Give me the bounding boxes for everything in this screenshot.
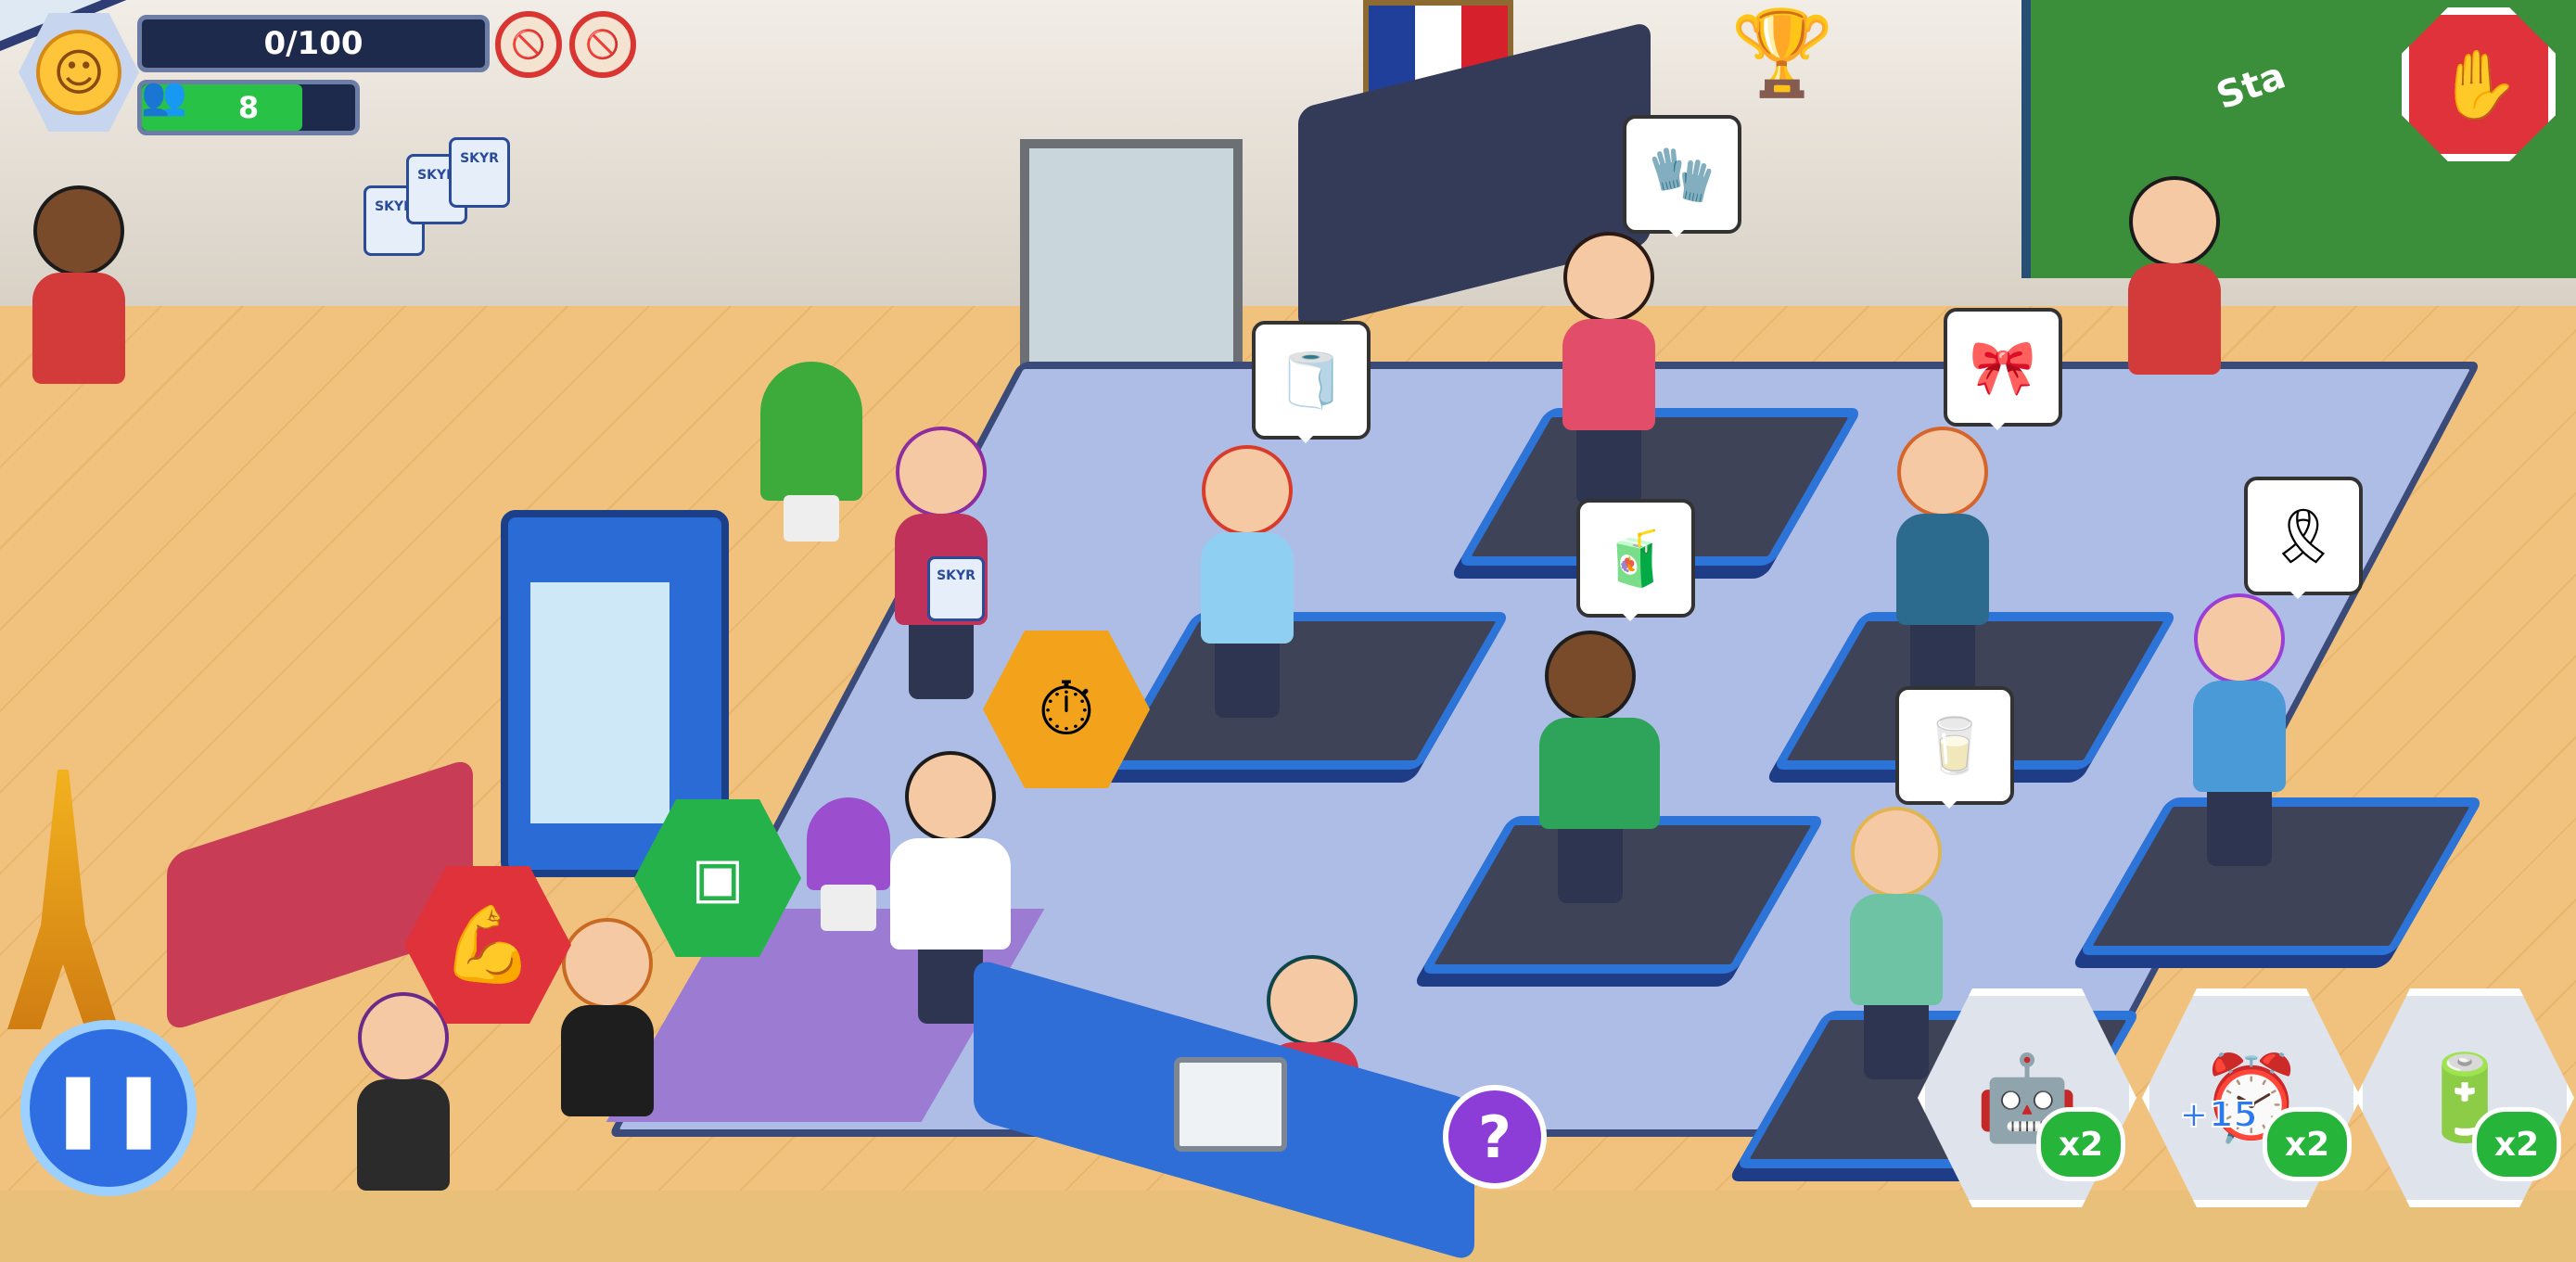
xp-progress-bar: 0/100 (137, 15, 490, 72)
flower-vase (807, 797, 890, 931)
plant-pot (784, 495, 839, 542)
person-legs (1864, 1005, 1929, 1079)
no-visitor-icon[interactable]: 🚫 (495, 11, 562, 78)
abs-torso-icon: ▣ (691, 846, 745, 911)
skyr-cup-label: SKYR (937, 568, 976, 583)
multiplier-text: x2 (2058, 1125, 2104, 1164)
customer-red-hair[interactable] (1196, 445, 1298, 718)
energy-booster-multiplier: x2 (2472, 1107, 2561, 1181)
shop-assistant[interactable] (2123, 176, 2225, 375)
towel-request-bubble[interactable]: 🧻 (1252, 321, 1371, 443)
hand-stop-icon: ✋ (2437, 45, 2520, 123)
help-button[interactable]: ? (1443, 1085, 1547, 1189)
customer-blonde-man[interactable] (1845, 807, 1947, 1079)
gloves-request-bubble[interactable]: 🧤 (1623, 115, 1741, 237)
tape-request-bubble[interactable]: 🎀 (1944, 308, 2062, 430)
muscle-arm-icon: 💪 (441, 901, 534, 988)
visitors-icon: 👥 (141, 75, 187, 118)
multiplier-text: x2 (2284, 1125, 2330, 1164)
customer-green-jacket[interactable] (1539, 631, 1660, 903)
bartender[interactable] (28, 185, 130, 384)
person-head (1202, 445, 1293, 536)
person-head (2129, 176, 2220, 267)
person-legs (909, 625, 974, 699)
person-head (562, 918, 653, 1009)
person-head (1545, 631, 1636, 721)
visitor-purple-hair[interactable] (352, 992, 454, 1191)
skyr-cup-label: SKYR (460, 151, 499, 166)
skyr-cup: SKYR (449, 137, 510, 208)
visitor-count: 8 (237, 90, 260, 125)
robot-booster-multiplier: x2 (2036, 1107, 2125, 1181)
person-body (1201, 532, 1294, 644)
question-mark-icon: ? (1478, 1103, 1511, 1171)
plant-leaves (760, 362, 862, 501)
person-head (896, 427, 987, 517)
trophy-icon: 🏆 (1730, 5, 1835, 102)
multiplier-text: x2 (2493, 1125, 2540, 1164)
person-body (561, 1005, 654, 1116)
vase (821, 885, 876, 931)
person-body (890, 838, 1011, 950)
field-marking-text: Sta (2211, 54, 2291, 119)
person-body (2128, 263, 2221, 375)
pause-button[interactable]: ❚❚ (20, 1020, 197, 1196)
skyr-cup-on-tray: SKYR (927, 556, 985, 621)
person-legs (1558, 829, 1623, 903)
customer-purple-hair[interactable] (2188, 593, 2290, 866)
skyr-yogurt-icon: 🥛 (1920, 713, 1989, 777)
person-head (358, 992, 449, 1083)
customer-curly-hair[interactable] (1558, 232, 1660, 504)
skyr-request-bubble[interactable]: 🥛 (1895, 686, 2014, 809)
stopwatch-plus-icon: ⏱ (1037, 666, 1096, 752)
person-body (1896, 514, 1989, 625)
person-legs (1215, 644, 1280, 718)
computer-monitor-icon (1174, 1057, 1287, 1152)
belt-request-bubble[interactable]: 🎗 (2244, 477, 2363, 599)
customer-ginger-man[interactable] (1892, 427, 1994, 699)
person-head (2194, 593, 2285, 684)
xp-text: 0/100 (263, 25, 363, 62)
smiley-face-icon: ☺ (36, 30, 121, 115)
person-body (1562, 319, 1655, 430)
no-card-icon[interactable]: 🚫 (569, 11, 636, 78)
person-head (905, 751, 996, 842)
person-body (357, 1079, 450, 1191)
person-body (1539, 718, 1660, 829)
gym-gloves-icon: 🧤 (1648, 142, 1716, 206)
person-head (1267, 955, 1358, 1046)
visitor-ponytail[interactable] (556, 918, 658, 1116)
person-head (1851, 807, 1942, 898)
person-head (1563, 232, 1654, 323)
drink-request-bubble[interactable]: 🧃 (1576, 499, 1695, 621)
time-booster-multiplier: x2 (2263, 1107, 2352, 1181)
person-head (33, 185, 124, 276)
person-head (1897, 427, 1988, 517)
person-legs (2207, 792, 2272, 866)
weight-belt-icon: 🎗 (2269, 504, 2338, 567)
fridge-glass (530, 582, 670, 823)
person-body (1850, 894, 1943, 1005)
person-legs (1576, 430, 1641, 504)
time-bonus-text: +15 (2178, 1093, 2259, 1136)
kinesio-tape-icon: 🎀 (1969, 335, 2037, 399)
potted-plant (760, 362, 862, 542)
flowers (807, 797, 890, 890)
towel-roll-icon: 🧻 (1277, 348, 1345, 412)
smoothie-bottle-icon: 🧃 (1601, 526, 1670, 590)
person-body (2193, 681, 2286, 792)
pause-icon: ❚❚ (47, 1066, 170, 1150)
person-body (32, 273, 125, 384)
